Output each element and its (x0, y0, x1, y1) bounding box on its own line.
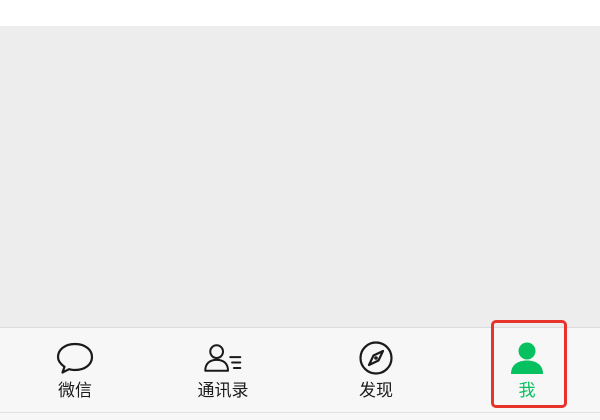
tab-chats-label: 微信 (58, 381, 92, 401)
tab-chats[interactable]: 微信 (0, 328, 150, 420)
tab-contacts-label: 通讯录 (197, 381, 249, 401)
chat-bubble-icon (55, 340, 95, 376)
bottom-divider (0, 412, 600, 413)
tab-discover-label: 发现 (359, 381, 393, 401)
highlight-box (491, 320, 567, 408)
top-bar (0, 0, 600, 26)
tab-discover[interactable]: 发现 (301, 328, 451, 420)
contacts-icon (203, 340, 243, 376)
tab-contacts[interactable]: 通讯录 (148, 328, 298, 420)
content-area (0, 26, 600, 327)
compass-icon (356, 340, 396, 376)
